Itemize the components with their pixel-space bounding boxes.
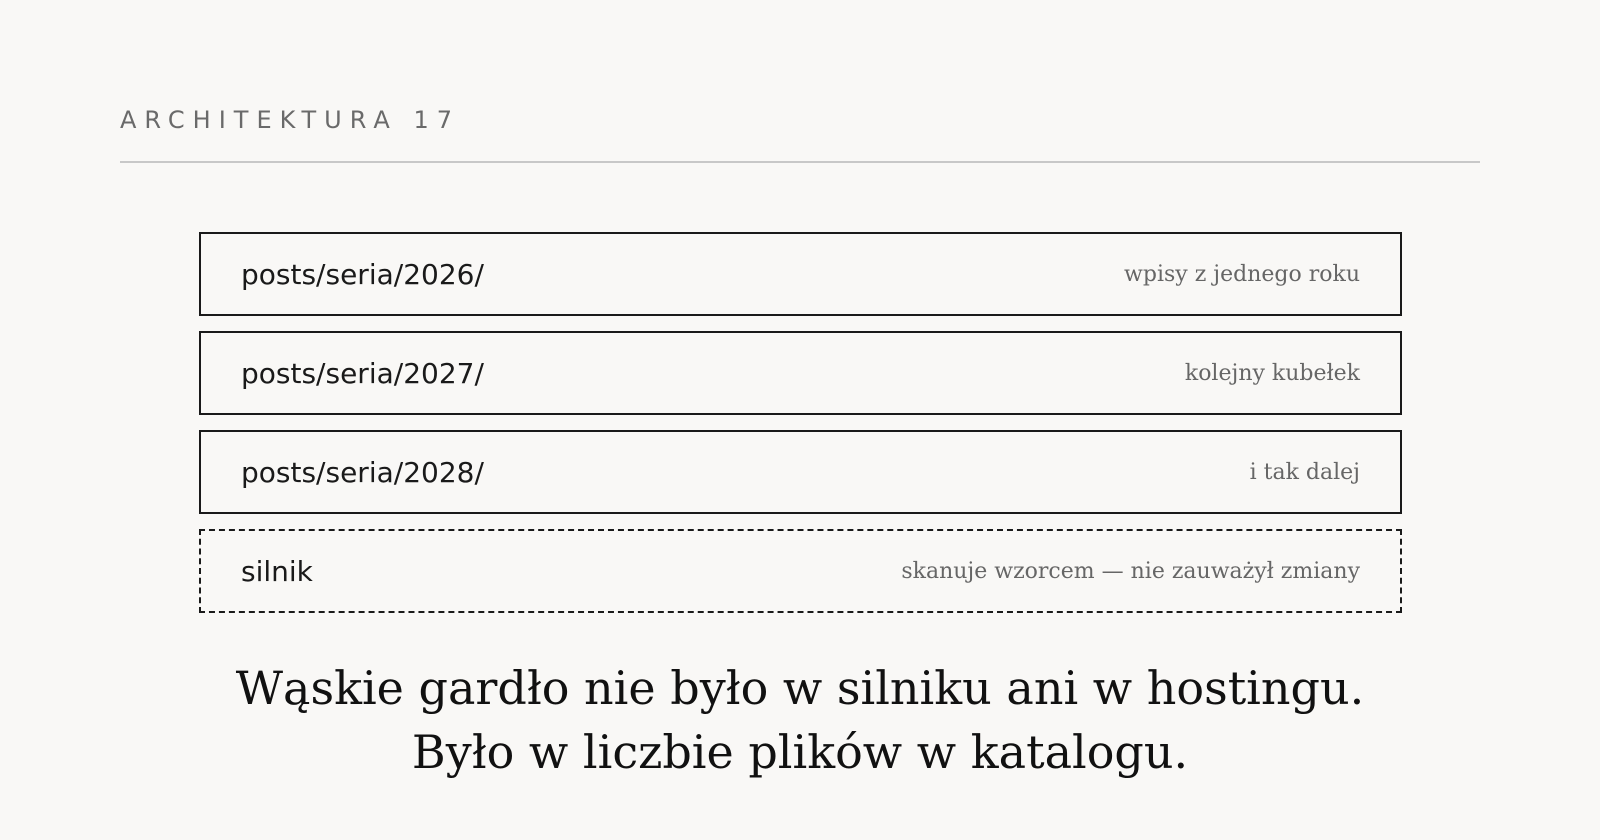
engine-row: silnik skanuje wzorcem — nie zauważył zm… <box>199 529 1402 613</box>
directory-note: wpisy z jednego roku <box>1124 261 1360 287</box>
section-kicker: ARCHITEKTURA 17 <box>120 106 460 134</box>
directory-note: kolejny kubełek <box>1184 360 1360 386</box>
directory-path: posts/seria/2028/ <box>241 455 484 489</box>
conclusion-headline: Wąskie gardło nie było w silniku ani w h… <box>0 656 1600 784</box>
directory-row-2027: posts/seria/2027/ kolejny kubełek <box>199 331 1402 415</box>
directory-row-2028: posts/seria/2028/ i tak dalej <box>199 430 1402 514</box>
directory-row-2026: posts/seria/2026/ wpisy z jednego roku <box>199 232 1402 316</box>
directory-path: posts/seria/2027/ <box>241 356 484 390</box>
directory-path: posts/seria/2026/ <box>241 257 484 291</box>
headline-line-1: Wąskie gardło nie było w silniku ani w h… <box>235 661 1365 715</box>
engine-label: silnik <box>241 554 313 588</box>
headline-line-2: Było w liczbie plików w katalogu. <box>411 725 1189 779</box>
engine-note: skanuje wzorcem — nie zauważył zmiany <box>901 558 1360 584</box>
divider <box>120 161 1480 163</box>
directory-list: posts/seria/2026/ wpisy z jednego roku p… <box>199 232 1402 628</box>
directory-note: i tak dalej <box>1249 459 1360 485</box>
